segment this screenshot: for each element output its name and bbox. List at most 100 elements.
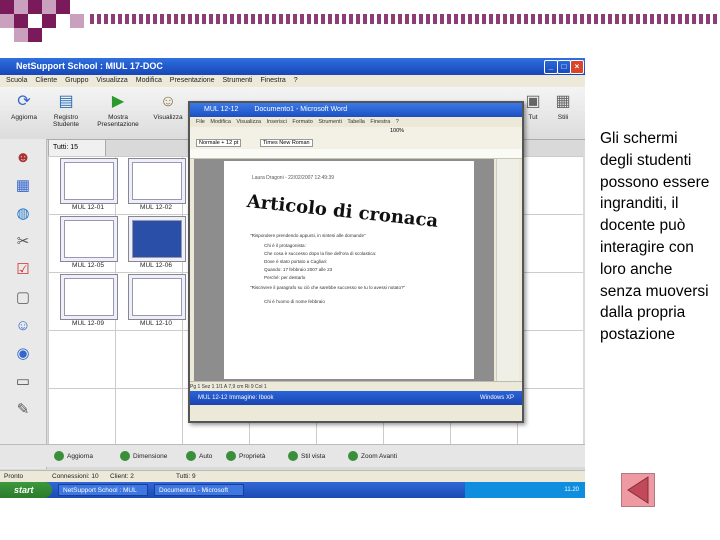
word-ruler	[190, 149, 522, 159]
word-menu-item[interactable]: Visualizza	[236, 119, 261, 125]
menu-item[interactable]: Modifica	[136, 77, 162, 84]
decor-square	[14, 14, 28, 28]
close-icon[interactable]: ×	[570, 60, 584, 74]
app-title: NetSupport School : MIUL 17-DOC	[16, 61, 163, 71]
word-menu-item[interactable]: Finestra	[370, 119, 390, 125]
system-tray: 11.20	[465, 482, 585, 498]
decor-square	[14, 28, 28, 42]
toolbar-refresh-button[interactable]: ⟳ Aggiorna	[2, 89, 46, 137]
minimize-icon[interactable]: _	[544, 60, 558, 74]
menu-item[interactable]: ?	[294, 77, 298, 84]
app-titlebar: NetSupport School : MIUL 17-DOC _ □ ×	[0, 58, 585, 75]
word-menubar: File Modifica Visualizza Inserisci Forma…	[190, 117, 522, 127]
styles-icon: ▦	[555, 93, 571, 110]
app-sidebar: ☻ ▦ ◍ ✂ ☑ ▢ ☺ ◉ ▭ ✎	[0, 139, 47, 469]
previous-triangle-icon	[627, 476, 649, 504]
client-label: MUL 12-06	[140, 262, 172, 269]
tab-all-clients[interactable]: Tutti: 15	[48, 139, 106, 157]
word-font-box[interactable]: Times New Roman	[260, 139, 313, 147]
bottom-style-button[interactable]: Stil vista	[288, 450, 325, 463]
disc-icon[interactable]: ◉	[12, 343, 34, 365]
menu-item[interactable]: Gruppo	[65, 77, 88, 84]
taskbar-item[interactable]: Documento1 - Microsoft Word	[154, 484, 244, 496]
document-line: Quando: 17 febbraio 2007 alle 23	[264, 267, 333, 272]
document-page[interactable]: Laura Dragoni - 22/02/2007 12:49:39 Arti…	[224, 161, 474, 379]
group-icon[interactable]: ☺	[12, 315, 34, 337]
menu-item[interactable]: Finestra	[260, 77, 285, 84]
decor-square	[0, 0, 14, 14]
document-line: Che cosa è successo dopo la fine dell'or…	[264, 251, 377, 256]
zoomed-student-screen[interactable]: MUL 12-12 Documento1 - Microsoft Word Fi…	[188, 101, 524, 423]
slide-caption: Gli schermi degli studenti possono esser…	[600, 130, 710, 344]
tools-icon[interactable]: ✂	[12, 231, 34, 253]
maximize-icon[interactable]: □	[557, 60, 571, 74]
toolbar-label: Visualizza	[153, 114, 183, 121]
word-menu-item[interactable]: Strumenti	[318, 119, 342, 125]
toolbar-label: Aggiorna	[10, 114, 38, 121]
word-scrollbar[interactable]	[496, 159, 519, 381]
taskbar-item[interactable]: NetSupport School : MUL 17-D...	[58, 484, 148, 496]
document-line: Dove è stato portato a Cagliari:	[264, 259, 328, 264]
app-menubar: Scuola Cliente Gruppo Visualizza Modific…	[0, 75, 585, 87]
word-menu-item[interactable]: Modifica	[210, 119, 230, 125]
document-line: Perché: per destarlo	[264, 275, 306, 280]
view-icon: ☺	[159, 93, 177, 110]
decor-stripe-bar	[90, 14, 720, 24]
users-icon[interactable]: ☻	[12, 147, 34, 169]
client-label: MUL 12-01	[72, 204, 104, 211]
toolbar-styles-button[interactable]: ▦ Stili	[548, 89, 578, 137]
bottom-auto-button[interactable]: Auto	[186, 450, 212, 463]
refresh-icon: ⟳	[17, 93, 31, 110]
previous-slide-button[interactable]	[621, 473, 655, 507]
student-taskbar: MUL 12-12 Immagine: Ibook Windows XP	[190, 391, 522, 405]
network-icon[interactable]: ▦	[12, 175, 34, 197]
word-menu-item[interactable]: ?	[396, 119, 399, 125]
document-title: Articolo di cronaca	[245, 191, 440, 232]
document-line: Chi è il protagonista:	[264, 243, 306, 248]
student-taskbar-text: MUL 12-12 Immagine: Ibook	[198, 395, 274, 401]
word-menu-item[interactable]: Tabella	[347, 119, 364, 125]
decor-square	[56, 0, 70, 14]
client-thumbnail[interactable]	[60, 216, 118, 262]
register-icon: ▤	[58, 93, 74, 110]
bottom-size-button[interactable]: Dimensione	[120, 450, 167, 463]
menu-item[interactable]: Presentazione	[170, 77, 215, 84]
checklist-icon[interactable]: ☑	[12, 259, 34, 281]
client-thumbnail[interactable]	[60, 158, 118, 204]
word-menu-item[interactable]: Inserisci	[267, 119, 287, 125]
word-style-box[interactable]: Normale + 12 pt	[196, 139, 242, 147]
decor-square	[28, 0, 42, 14]
word-menu-item[interactable]: Formato	[292, 119, 312, 125]
bottom-properties-button[interactable]: Proprietà	[226, 450, 265, 463]
toolbar-register-button[interactable]: ▤ Registro Studente	[44, 89, 88, 137]
menu-item[interactable]: Strumenti	[223, 77, 253, 84]
bottom-toolbar: Aggiorna Dimensione Auto Proprietà Stil …	[0, 444, 585, 467]
bottom-zoom-button[interactable]: Zoom Avanti	[348, 450, 397, 463]
bottom-refresh-button[interactable]: Aggiorna	[54, 450, 93, 463]
word-subtitle: Documento1 - Microsoft Word	[254, 106, 348, 113]
client-thumbnail[interactable]	[128, 158, 186, 204]
toolbar-label: Tut	[528, 114, 538, 121]
printer-icon[interactable]: ▭	[12, 371, 34, 393]
decor-square	[42, 14, 56, 28]
pen-icon[interactable]: ✎	[12, 399, 34, 421]
client-thumbnail[interactable]	[128, 216, 186, 262]
client-thumbnail[interactable]	[128, 274, 186, 320]
client-label: MUL 12-09	[72, 320, 104, 327]
word-menu-item[interactable]: File	[196, 119, 205, 125]
play-icon: ▶	[111, 93, 125, 110]
client-thumbnail[interactable]	[60, 274, 118, 320]
client-label: MUL 12-10	[140, 320, 172, 327]
menu-item[interactable]: Cliente	[35, 77, 57, 84]
toolbar-show-button[interactable]: ▶ Mostra Presentazione	[96, 89, 140, 137]
toolbar-view-button[interactable]: ☺ Visualizza	[146, 89, 190, 137]
box-icon[interactable]: ▢	[12, 287, 34, 309]
start-button[interactable]: start	[0, 482, 52, 498]
menu-item[interactable]: Visualizza	[96, 77, 127, 84]
decor-square	[14, 0, 28, 14]
document-line: "Rispondere prendendo appunti, in sintes…	[250, 233, 366, 238]
word-zoom[interactable]: 100%	[390, 128, 404, 134]
menu-item[interactable]: Scuola	[6, 77, 27, 84]
globe-icon[interactable]: ◍	[12, 203, 34, 225]
toolbar-label: Registro Studente	[52, 114, 80, 128]
